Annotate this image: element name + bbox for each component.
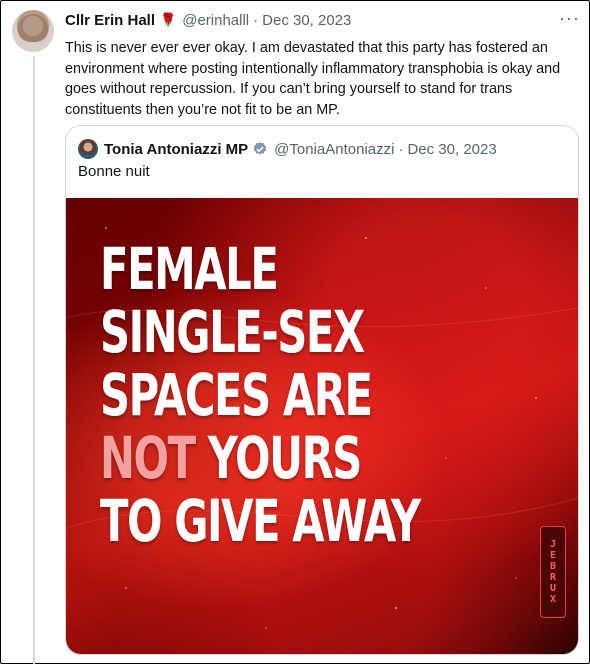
- poster-line-rest: YOURS: [194, 424, 363, 492]
- quote-author-handle: @ToniaAntoniazzi: [274, 140, 395, 158]
- author-name[interactable]: Cllr Erin Hall: [65, 12, 155, 29]
- poster-line: FEMALE: [100, 235, 279, 303]
- tweet-date[interactable]: Dec 30, 2023: [262, 12, 351, 29]
- quote-image[interactable]: FEMALE SINGLE-SEX SPACES ARE NOT YOURS T…: [66, 198, 578, 654]
- tweet-header: Cllr Erin Hall 🌹 @erinhalll · Dec 30, 20…: [65, 10, 580, 30]
- quote-author-name: Tonia Antoniazzi MP: [104, 140, 249, 158]
- author-avatar[interactable]: [12, 10, 54, 52]
- watermark-letter: E: [549, 550, 557, 561]
- rose-emoji: 🌹: [160, 12, 177, 27]
- author-handle[interactable]: @erinhalll: [182, 12, 249, 29]
- separator-dot: ·: [253, 11, 259, 29]
- quote-header: Tonia Antoniazzi MP @ToniaAntoniazzi · D…: [78, 139, 497, 159]
- artist-watermark-badge: J E B R U X: [540, 526, 566, 618]
- quote-author-avatar: [78, 139, 98, 159]
- poster-line: SPACES ARE: [100, 361, 373, 429]
- watermark-letter: X: [549, 594, 557, 605]
- poster-line: NOT YOURS: [100, 427, 420, 490]
- poster-headline: FEMALE SINGLE-SEX SPACES ARE NOT YOURS T…: [100, 235, 421, 555]
- watermark-letter: B: [549, 561, 557, 572]
- tweet: Cllr Erin Hall 🌹 @erinhalll · Dec 30, 20…: [65, 10, 580, 120]
- quote-text: Bonne nuit: [78, 163, 150, 180]
- quote-separator-dot: ·: [398, 140, 404, 158]
- quote-date: Dec 30, 2023: [407, 140, 497, 158]
- watermark-letter: J: [549, 539, 557, 550]
- verified-badge-icon: [253, 142, 267, 155]
- poster-line: SINGLE-SEX: [100, 298, 365, 366]
- watermark-letter: R: [549, 572, 557, 583]
- quote-tweet-card[interactable]: Tonia Antoniazzi MP @ToniaAntoniazzi · D…: [65, 125, 579, 655]
- tweet-text: This is never ever ever okay. I am devas…: [65, 40, 561, 118]
- poster-line: TO GIVE AWAY: [100, 487, 421, 555]
- watermark-letter: U: [549, 583, 557, 594]
- poster-highlight-word: NOT: [100, 424, 196, 492]
- thread-connector-line: [33, 56, 35, 664]
